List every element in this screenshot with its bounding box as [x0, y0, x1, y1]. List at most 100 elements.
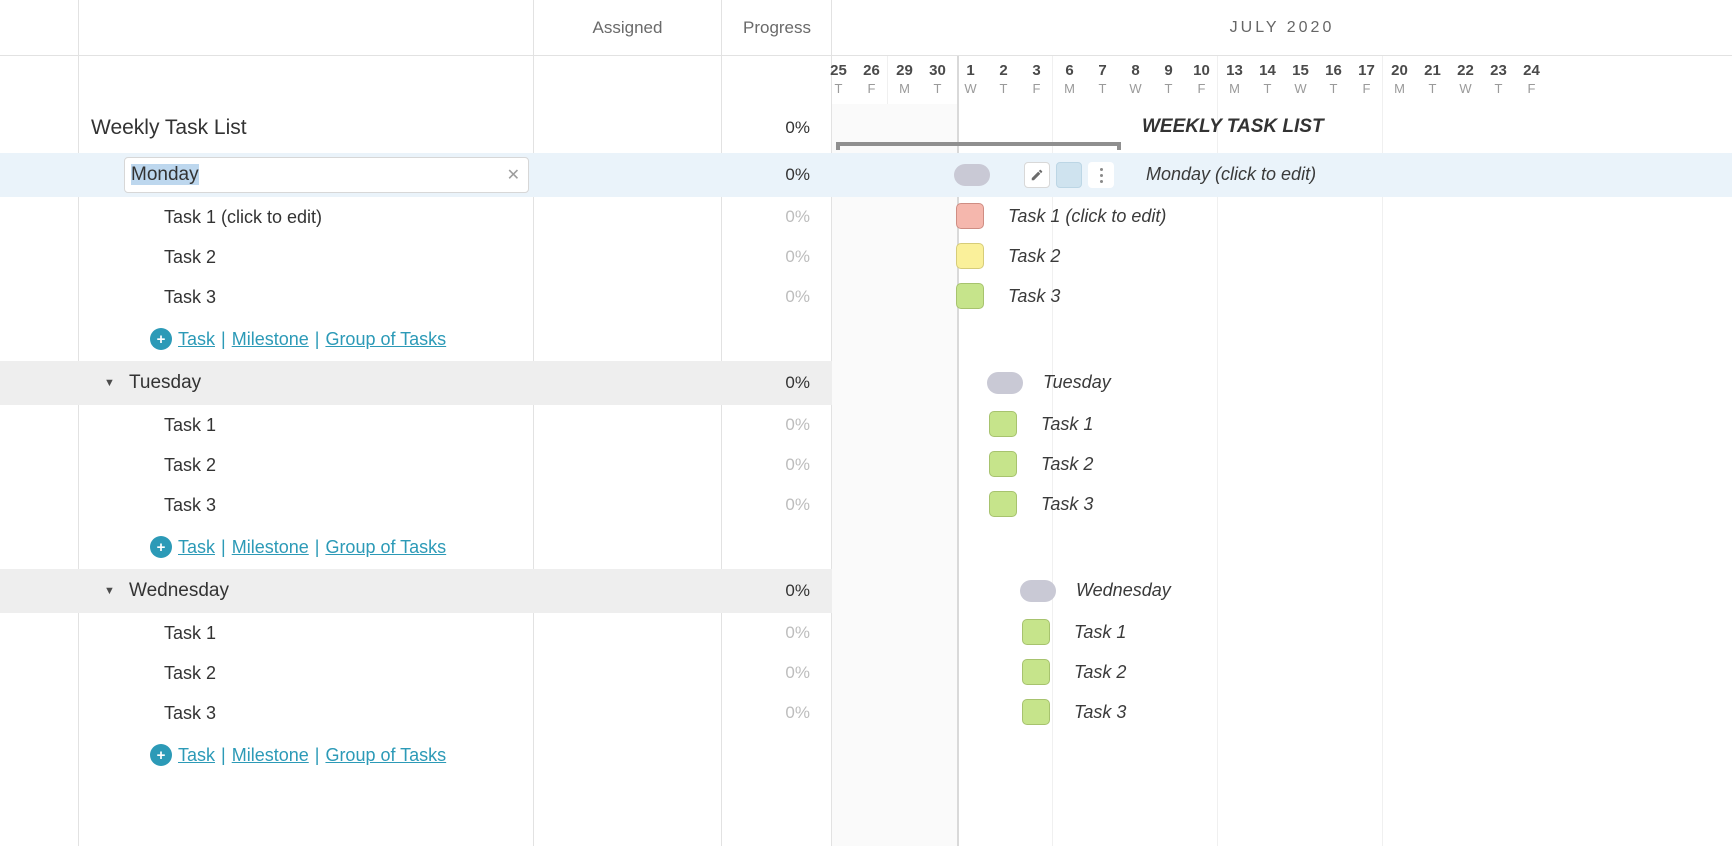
timeline-group-row-tuesday[interactable]: Tuesday	[832, 361, 1732, 405]
group-bar[interactable]	[1020, 580, 1056, 602]
timeline-day-column[interactable]: 20M	[1383, 56, 1416, 104]
task-name[interactable]: Task 1	[79, 415, 216, 436]
task-row[interactable]: Task 3 0%	[0, 693, 832, 733]
timeline-day-column[interactable]: 29M	[888, 56, 921, 104]
task-bar[interactable]	[956, 243, 984, 269]
timeline-task-row[interactable]: Task 3	[832, 485, 1732, 525]
list-title-row[interactable]: Weekly Task List 0%	[0, 106, 832, 150]
timeline-task-row[interactable]: Task 1	[832, 613, 1732, 653]
timeline-day-column[interactable]: 22W	[1449, 56, 1482, 104]
task-row[interactable]: Task 1 0%	[0, 405, 832, 445]
timeline-day-column[interactable]: 7T	[1086, 56, 1119, 104]
task-bar[interactable]	[1022, 619, 1050, 645]
timeline-group-label[interactable]: Tuesday	[1043, 372, 1111, 393]
timeline-task-label[interactable]: Task 3	[1074, 702, 1126, 723]
group-row-tuesday[interactable]: ▼ Tuesday 0%	[0, 361, 832, 405]
timeline-task-label[interactable]: Task 2	[1074, 662, 1126, 683]
add-task-link[interactable]: Task	[178, 329, 215, 350]
timeline-day-column[interactable]: 14T	[1251, 56, 1284, 104]
add-group-link[interactable]: Group of Tasks	[325, 329, 446, 350]
task-row[interactable]: Task 2 0%	[0, 237, 832, 277]
task-name[interactable]: Task 1 (click to edit)	[79, 207, 322, 228]
timeline-task-label[interactable]: Task 1	[1074, 622, 1126, 643]
task-row[interactable]: Task 2 0%	[0, 445, 832, 485]
timeline-group-label[interactable]: Wednesday	[1076, 580, 1171, 601]
add-milestone-link[interactable]: Milestone	[232, 537, 309, 558]
group-name[interactable]: Wednesday	[79, 580, 229, 602]
group-row-wednesday[interactable]: ▼ Wednesday 0%	[0, 569, 832, 613]
group-bar[interactable]	[954, 164, 990, 186]
add-group-link[interactable]: Group of Tasks	[325, 745, 446, 766]
task-bar[interactable]	[989, 411, 1017, 437]
list-title[interactable]: Weekly Task List	[79, 116, 247, 140]
timeline-day-column[interactable]: 6M	[1053, 56, 1086, 104]
timeline-task-row[interactable]: Task 2	[832, 653, 1732, 693]
timeline-task-label[interactable]: Task 1 (click to edit)	[1008, 206, 1166, 227]
task-bar[interactable]	[1022, 699, 1050, 725]
task-row[interactable]: Task 2 0%	[0, 653, 832, 693]
task-name[interactable]: Task 2	[79, 247, 216, 268]
task-row[interactable]: Task 3 0%	[0, 277, 832, 317]
task-bar[interactable]	[1022, 659, 1050, 685]
add-task-link[interactable]: Task	[178, 537, 215, 558]
timeline-day-column[interactable]: 21T	[1416, 56, 1449, 104]
task-name[interactable]: Task 3	[79, 495, 216, 516]
timeline-day-column[interactable]: 15W	[1284, 56, 1317, 104]
timeline-day-column[interactable]: 9T	[1152, 56, 1185, 104]
clear-name-button[interactable]: ✕	[507, 165, 520, 185]
timeline-day-column[interactable]: 26F	[855, 56, 888, 104]
timeline-day-column[interactable]: 10F	[1185, 56, 1218, 104]
timeline-day-column[interactable]: 17F	[1350, 56, 1383, 104]
task-name[interactable]: Task 1	[79, 623, 216, 644]
timeline-group-row-wednesday[interactable]: Wednesday	[832, 569, 1732, 613]
add-milestone-link[interactable]: Milestone	[232, 745, 309, 766]
timeline-day-column[interactable]: 23T	[1482, 56, 1515, 104]
color-button[interactable]	[1056, 162, 1082, 188]
timeline-group-label[interactable]: Monday (click to edit)	[1146, 164, 1316, 185]
timeline-task-label[interactable]: Task 1	[1041, 414, 1093, 435]
add-group-link[interactable]: Group of Tasks	[325, 537, 446, 558]
collapse-caret-icon[interactable]: ▼	[104, 377, 115, 389]
timeline-task-label[interactable]: Task 2	[1041, 454, 1093, 475]
group-row-monday[interactable]: Monday ✕ 0%	[0, 153, 832, 197]
timeline-task-row[interactable]: Task 3	[832, 693, 1732, 733]
timeline-day-column[interactable]: 16T	[1317, 56, 1350, 104]
timeline-task-row[interactable]: Task 2	[832, 237, 1732, 277]
timeline-day-column[interactable]: 3F	[1020, 56, 1053, 104]
task-bar[interactable]	[989, 451, 1017, 477]
timeline-day-column[interactable]: 2T	[987, 56, 1020, 104]
group-name[interactable]: Tuesday	[79, 372, 201, 394]
timeline-group-row-monday[interactable]: Monday (click to edit)	[832, 153, 1732, 197]
timeline-day-column[interactable]: 8W	[1119, 56, 1152, 104]
collapse-caret-icon[interactable]: ▼	[104, 585, 115, 597]
plus-icon[interactable]: +	[150, 536, 172, 558]
timeline-task-row[interactable]: Task 1 (click to edit)	[832, 197, 1732, 237]
group-name-input[interactable]: Monday	[131, 164, 199, 185]
timeline-task-label[interactable]: Task 3	[1041, 494, 1093, 515]
task-row[interactable]: Task 1 0%	[0, 613, 832, 653]
timeline-day-column[interactable]: 30T	[921, 56, 954, 104]
task-bar[interactable]	[956, 203, 984, 229]
timeline-day-column[interactable]: 24F	[1515, 56, 1548, 104]
add-milestone-link[interactable]: Milestone	[232, 329, 309, 350]
task-bar[interactable]	[989, 491, 1017, 517]
task-name[interactable]: Task 3	[79, 287, 216, 308]
timeline-day-column[interactable]: 25T	[822, 56, 855, 104]
task-bar[interactable]	[956, 283, 984, 309]
timeline-task-row[interactable]: Task 2	[832, 445, 1732, 485]
more-menu-button[interactable]	[1088, 162, 1114, 188]
timeline-task-row[interactable]: Task 1	[832, 405, 1732, 445]
task-name[interactable]: Task 3	[79, 703, 216, 724]
timeline-task-label[interactable]: Task 2	[1008, 246, 1060, 267]
group-name-editbox[interactable]: Monday ✕	[124, 157, 529, 193]
edit-button[interactable]	[1024, 162, 1050, 188]
group-bar[interactable]	[987, 372, 1023, 394]
timeline-day-column[interactable]: 13M	[1218, 56, 1251, 104]
task-name[interactable]: Task 2	[79, 455, 216, 476]
timeline-task-row[interactable]: Task 3	[832, 277, 1732, 317]
task-name[interactable]: Task 2	[79, 663, 216, 684]
plus-icon[interactable]: +	[150, 744, 172, 766]
add-task-link[interactable]: Task	[178, 745, 215, 766]
timeline-task-label[interactable]: Task 3	[1008, 286, 1060, 307]
task-row[interactable]: Task 1 (click to edit) 0%	[0, 197, 832, 237]
